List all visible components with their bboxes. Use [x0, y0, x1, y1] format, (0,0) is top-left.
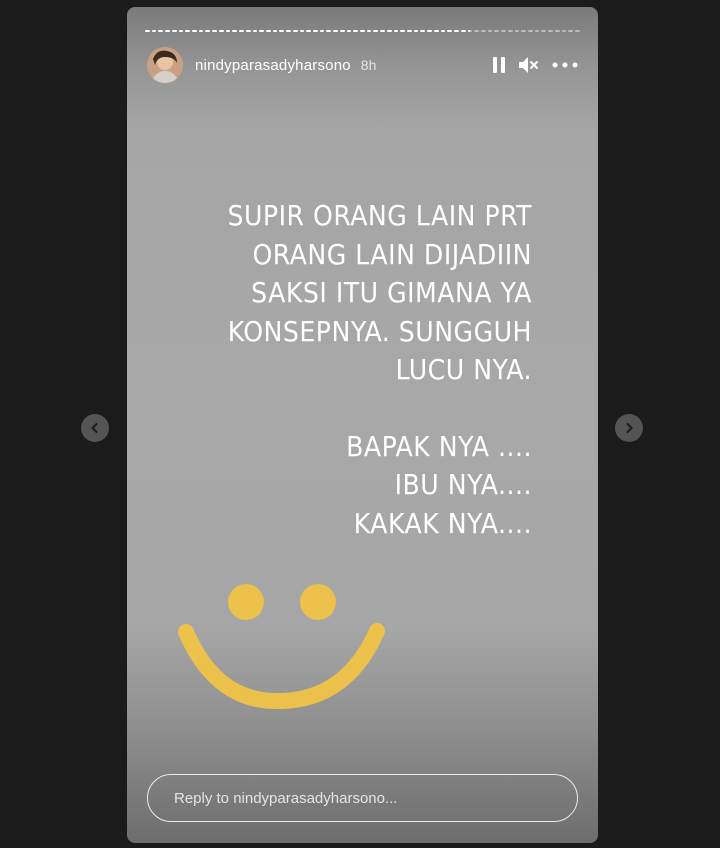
story-text-line: BAPAK NYA ....: [346, 429, 532, 463]
progress-segment: [232, 30, 238, 32]
progress-segment: [454, 30, 459, 32]
progress-segment: [218, 30, 224, 32]
progress-segment: [561, 30, 567, 32]
progress-segment: [185, 30, 191, 32]
reply-input[interactable]: [172, 788, 577, 808]
progress-segment: [460, 30, 466, 32]
progress-segment: [245, 30, 251, 32]
progress-segment: [346, 30, 352, 32]
progress-segment: [575, 30, 580, 32]
progress-segment: [467, 30, 473, 32]
progress-segment: [145, 30, 150, 32]
progress-segment: [380, 30, 385, 32]
story-text-overlay: SUPIR ORANG LAIN PRT ORANG LAIN DIJADIIN S…: [152, 197, 532, 543]
progress-segment: [205, 30, 211, 32]
progress-segment: [521, 30, 526, 32]
progress-segment: [252, 30, 258, 32]
progress-segment: [165, 30, 170, 32]
progress-segment: [178, 30, 184, 32]
progress-segment: [541, 30, 547, 32]
progress-segment: [568, 30, 573, 32]
progress-segment: [393, 30, 399, 32]
story-progress-bar: [145, 30, 580, 32]
progress-segment: [279, 30, 285, 32]
progress-segment: [192, 30, 197, 32]
story-username[interactable]: nindyparasadyharsono: [195, 57, 351, 74]
pause-button[interactable]: [492, 56, 506, 74]
avatar[interactable]: [147, 47, 183, 83]
next-story-button[interactable]: [615, 414, 643, 442]
progress-segment: [554, 30, 560, 32]
progress-segment: [447, 30, 453, 32]
more-options-button[interactable]: [552, 62, 578, 68]
pause-icon: [493, 57, 505, 73]
progress-segment: [433, 30, 439, 32]
story-text-line: SAKSI ITU GIMANA YA: [251, 276, 532, 309]
progress-segment: [212, 30, 217, 32]
story-text-line: KONSEPNYA. SUNGGUH: [227, 314, 532, 348]
progress-segment: [413, 30, 419, 32]
story-viewer[interactable]: nindyparasadyharsono 8h SUPIR ORANG LAIN…: [127, 7, 598, 843]
chevron-left-icon: [91, 423, 98, 433]
progress-segment: [198, 30, 204, 32]
progress-segment: [312, 30, 318, 32]
story-header: nindyparasadyharsono 8h: [147, 46, 578, 84]
progress-segment: [427, 30, 432, 32]
progress-segment: [171, 30, 177, 32]
more-horizontal-icon: [552, 62, 578, 68]
progress-segment: [319, 30, 325, 32]
progress-segment: [487, 30, 493, 32]
progress-segment: [548, 30, 553, 32]
progress-segment: [353, 30, 358, 32]
progress-segment: [339, 30, 345, 32]
progress-segment: [265, 30, 271, 32]
progress-segment: [299, 30, 305, 32]
progress-segment: [440, 30, 446, 32]
story-text-line: IBU NYA....: [394, 468, 532, 501]
progress-segment: [494, 30, 500, 32]
previous-story-button[interactable]: [81, 414, 109, 442]
story-text-line: SUPIR ORANG LAIN PRT: [227, 199, 532, 232]
progress-segment: [259, 30, 264, 32]
story-text-line: KAKAK NYA....: [353, 506, 532, 540]
progress-segment: [420, 30, 426, 32]
progress-segment: [225, 30, 231, 32]
progress-segment: [239, 30, 244, 32]
speaker-muted-icon: [519, 57, 538, 73]
progress-segment: [501, 30, 506, 32]
progress-segment: [386, 30, 392, 32]
progress-segment: [306, 30, 311, 32]
progress-segment: [292, 30, 298, 32]
progress-segment: [151, 30, 157, 32]
progress-segment: [373, 30, 379, 32]
progress-segment: [527, 30, 533, 32]
chevron-right-icon: [626, 423, 633, 433]
progress-segment: [360, 30, 365, 32]
progress-segment: [286, 30, 291, 32]
progress-segment: [366, 30, 372, 32]
progress-segment: [333, 30, 338, 32]
progress-segment: [326, 30, 332, 32]
progress-segment: [534, 30, 540, 32]
text-spacer: [152, 390, 532, 428]
progress-segment: [474, 30, 479, 32]
story-timestamp: 8h: [360, 57, 377, 73]
progress-segment: [400, 30, 406, 32]
progress-segment: [480, 30, 486, 32]
reply-box[interactable]: [147, 774, 578, 822]
progress-segment: [158, 30, 164, 32]
story-text-line: ORANG LAIN DIJADIIN: [252, 237, 532, 271]
story-text-line: LUCU NYA.: [395, 353, 532, 386]
smiley-drawing: [178, 584, 385, 710]
progress-segment: [514, 30, 520, 32]
mute-button[interactable]: [518, 56, 540, 74]
progress-segment: [272, 30, 278, 32]
progress-segment: [507, 30, 513, 32]
progress-segment: [407, 30, 412, 32]
